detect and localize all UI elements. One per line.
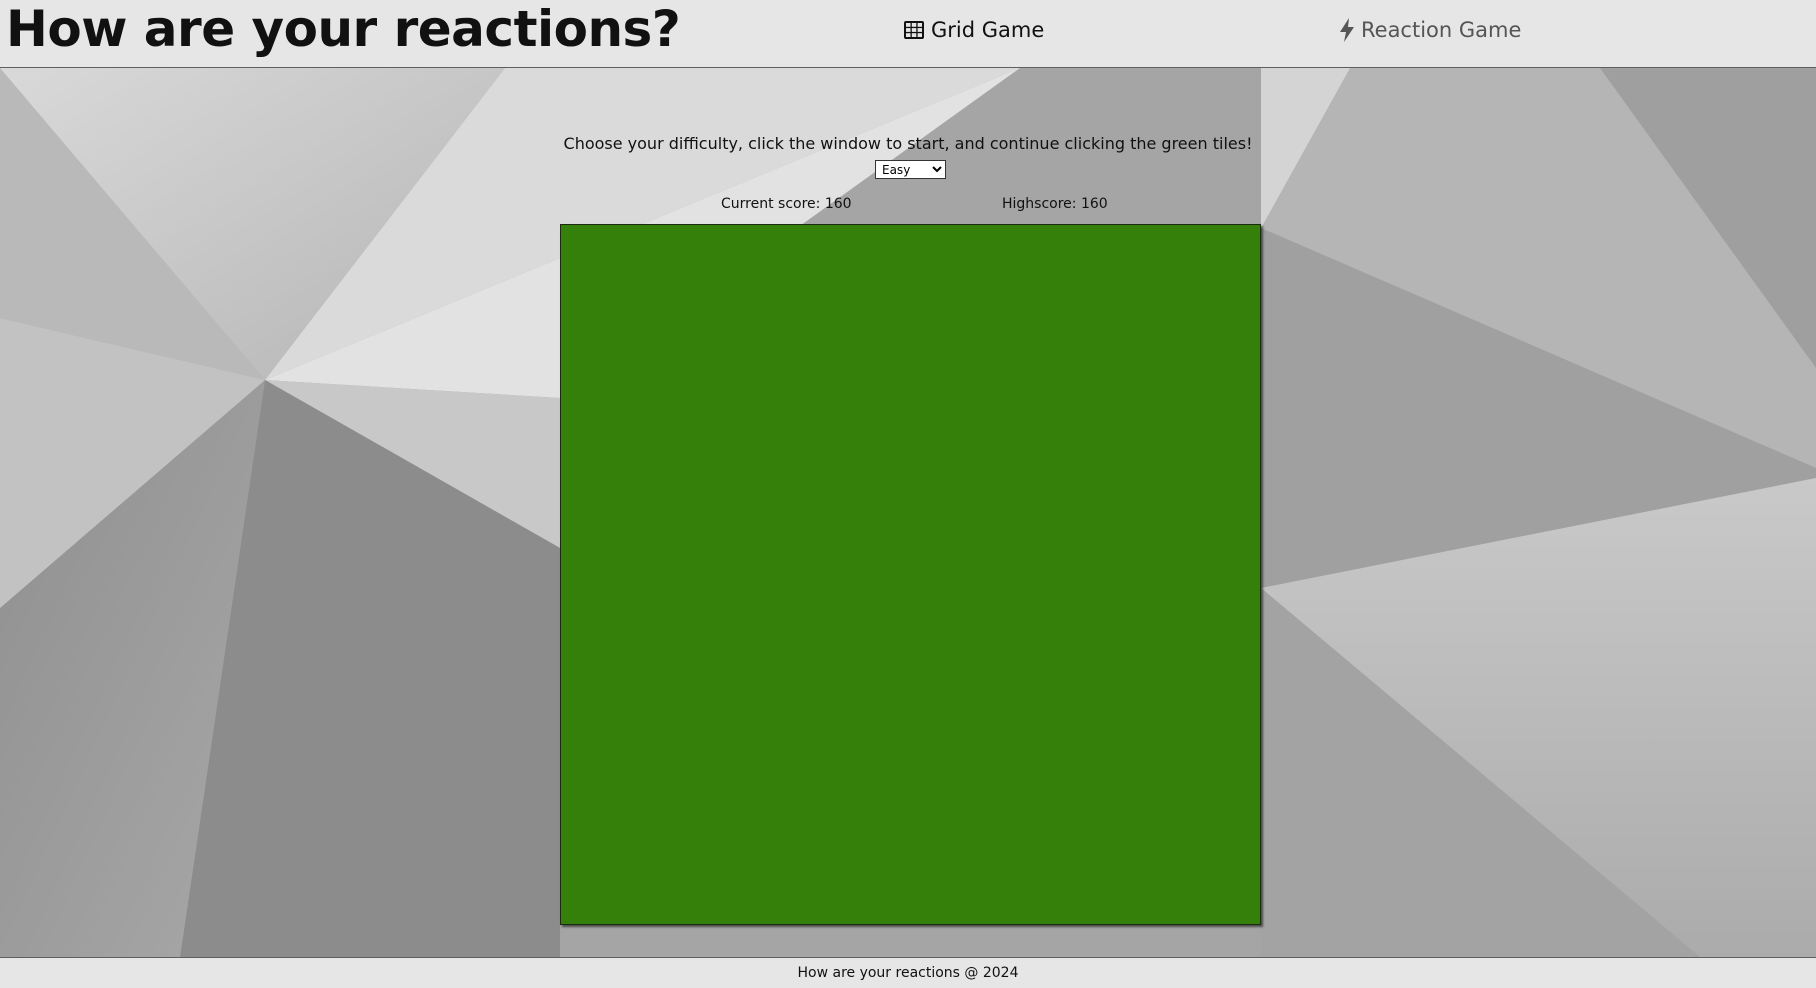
difficulty-select[interactable]: Easy bbox=[875, 160, 946, 179]
nav-reaction-game-label: Reaction Game bbox=[1361, 18, 1522, 42]
current-score: Current score: 160 bbox=[721, 196, 852, 212]
site-header: How are your reactions? Grid Game Reacti… bbox=[0, 0, 1816, 68]
nav-grid-game[interactable]: Grid Game bbox=[903, 16, 1044, 44]
highscore: Highscore: 160 bbox=[1002, 196, 1108, 212]
nav-grid-game-label: Grid Game bbox=[931, 18, 1045, 42]
game-board-green-tile[interactable] bbox=[560, 224, 1261, 925]
site-footer: How are your reactions @ 2024 bbox=[0, 957, 1816, 988]
grid-icon bbox=[903, 20, 925, 40]
nav-reaction-game[interactable]: Reaction Game bbox=[1339, 16, 1521, 44]
game-instructions: Choose your difficulty, click the window… bbox=[563, 134, 1253, 153]
footer-text: How are your reactions @ 2024 bbox=[797, 965, 1019, 981]
lightning-icon bbox=[1339, 18, 1355, 42]
site-title: How are your reactions? bbox=[6, 0, 681, 58]
